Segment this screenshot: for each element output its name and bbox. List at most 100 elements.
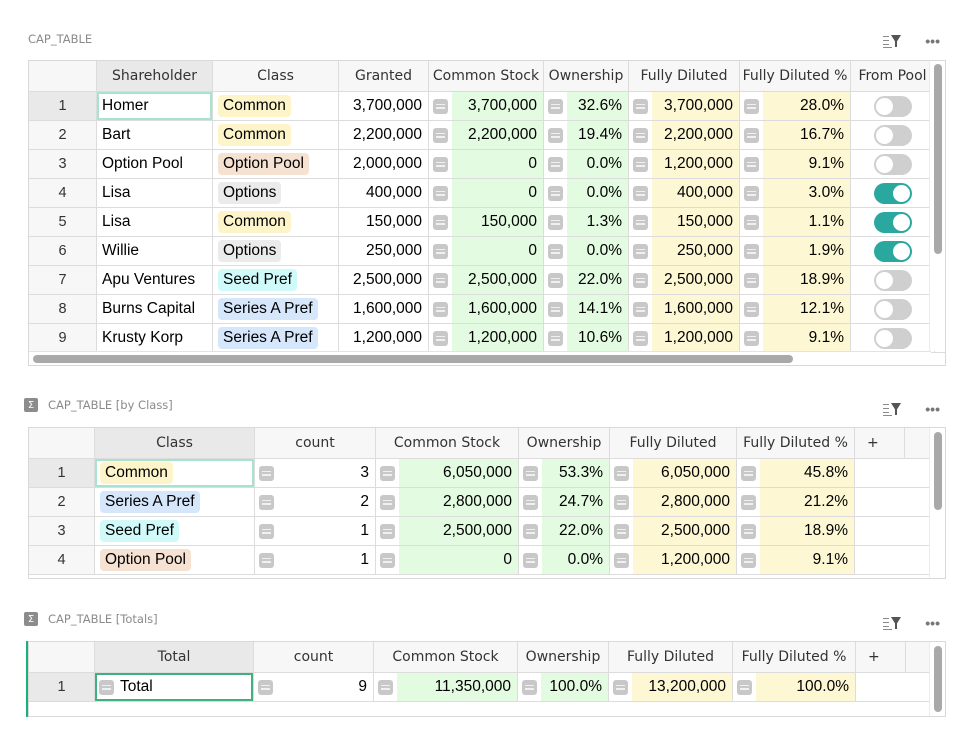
ownership-cell[interactable]: 22.0% — [519, 517, 610, 545]
common-stock-cell[interactable]: 0 — [376, 546, 519, 574]
common-stock-cell[interactable]: 0 — [429, 150, 544, 178]
shareholder-cell[interactable]: Bart — [97, 121, 213, 149]
fully-diluted-pct-cell[interactable]: 18.9% — [737, 517, 855, 545]
granted-cell[interactable]: 2,500,000 — [339, 266, 429, 294]
fully-diluted-pct-cell[interactable]: 3.0% — [740, 179, 851, 207]
shareholder-cell[interactable]: Lisa — [97, 208, 213, 236]
shareholder-cell[interactable]: Krusty Korp — [97, 324, 213, 352]
from-pool-toggle[interactable] — [874, 183, 912, 204]
fully-diluted-cell[interactable]: 13,200,000 — [609, 673, 733, 701]
fully-diluted-pct-cell[interactable]: 21.2% — [737, 488, 855, 516]
common-stock-cell[interactable]: 11,350,000 — [374, 673, 518, 701]
row-number[interactable]: 7 — [29, 266, 97, 294]
common-stock-cell[interactable]: 2,500,000 — [429, 266, 544, 294]
column-header[interactable]: count — [255, 428, 376, 458]
class-cell[interactable]: Options — [213, 237, 339, 265]
granted-cell[interactable]: 1,200,000 — [339, 324, 429, 352]
count-cell[interactable]: 1 — [255, 546, 376, 574]
ownership-cell[interactable]: 0.0% — [544, 150, 629, 178]
common-stock-cell[interactable]: 2,200,000 — [429, 121, 544, 149]
column-header[interactable]: Shareholder — [97, 61, 213, 91]
from-pool-toggle[interactable] — [874, 328, 912, 349]
row-number[interactable]: 2 — [29, 488, 95, 516]
ownership-cell[interactable]: 19.4% — [544, 121, 629, 149]
column-header[interactable]: Ownership — [518, 642, 609, 672]
from-pool-toggle[interactable] — [874, 299, 912, 320]
column-header[interactable]: Fully Diluted — [629, 61, 740, 91]
ownership-cell[interactable]: 0.0% — [544, 237, 629, 265]
row-number[interactable]: 1 — [29, 459, 95, 487]
shareholder-cell[interactable]: Lisa — [97, 179, 213, 207]
common-stock-cell[interactable]: 150,000 — [429, 208, 544, 236]
fully-diluted-pct-cell[interactable]: 100.0% — [733, 673, 856, 701]
fully-diluted-cell[interactable]: 1,600,000 — [629, 295, 740, 323]
more-options-icon[interactable]: ••• — [925, 618, 940, 628]
class-cell[interactable]: Common — [95, 459, 255, 487]
fully-diluted-cell[interactable]: 150,000 — [629, 208, 740, 236]
row-number[interactable]: 4 — [29, 546, 95, 574]
row-number[interactable]: 8 — [29, 295, 97, 323]
vertical-scrollbar[interactable] — [929, 61, 945, 351]
scroll-thumb[interactable] — [934, 64, 942, 254]
column-header[interactable]: Fully Diluted — [610, 428, 737, 458]
from-pool-toggle[interactable] — [874, 212, 912, 233]
fully-diluted-cell[interactable]: 1,200,000 — [629, 324, 740, 352]
fully-diluted-cell[interactable]: 1,200,000 — [629, 150, 740, 178]
count-cell[interactable]: 2 — [255, 488, 376, 516]
sort-filter-icon[interactable] — [883, 402, 901, 416]
sort-filter-icon[interactable] — [883, 34, 901, 48]
fully-diluted-pct-cell[interactable]: 12.1% — [740, 295, 851, 323]
column-header[interactable]: Common Stock — [374, 642, 518, 672]
fully-diluted-cell[interactable]: 6,050,000 — [610, 459, 737, 487]
from-pool-toggle[interactable] — [874, 241, 912, 262]
column-header[interactable]: Ownership — [519, 428, 610, 458]
row-number[interactable]: 9 — [29, 324, 97, 352]
ownership-cell[interactable]: 1.3% — [544, 208, 629, 236]
row-number[interactable]: 3 — [29, 150, 97, 178]
class-cell[interactable]: Common — [213, 92, 339, 120]
common-stock-cell[interactable]: 0 — [429, 237, 544, 265]
column-header[interactable]: Ownership — [544, 61, 629, 91]
class-cell[interactable]: Option Pool — [213, 150, 339, 178]
fully-diluted-pct-cell[interactable]: 9.1% — [740, 150, 851, 178]
fully-diluted-cell[interactable]: 2,800,000 — [610, 488, 737, 516]
column-header[interactable]: Granted — [339, 61, 429, 91]
common-stock-cell[interactable]: 0 — [429, 179, 544, 207]
from-pool-toggle[interactable] — [874, 125, 912, 146]
granted-cell[interactable]: 400,000 — [339, 179, 429, 207]
class-cell[interactable]: Series A Pref — [95, 488, 255, 516]
common-stock-cell[interactable]: 2,500,000 — [376, 517, 519, 545]
fully-diluted-cell[interactable]: 2,500,000 — [610, 517, 737, 545]
column-header[interactable]: Fully Diluted % — [737, 428, 855, 458]
column-header[interactable]: count — [254, 642, 374, 672]
ownership-cell[interactable]: 24.7% — [519, 488, 610, 516]
fully-diluted-cell[interactable]: 400,000 — [629, 179, 740, 207]
fully-diluted-cell[interactable]: 3,700,000 — [629, 92, 740, 120]
horizontal-scrollbar[interactable] — [29, 351, 931, 365]
ownership-cell[interactable]: 53.3% — [519, 459, 610, 487]
ownership-cell[interactable]: 0.0% — [519, 546, 610, 574]
column-header[interactable]: Class — [95, 428, 255, 458]
fully-diluted-cell[interactable]: 2,500,000 — [629, 266, 740, 294]
class-cell[interactable]: Common — [213, 121, 339, 149]
ownership-cell[interactable]: 14.1% — [544, 295, 629, 323]
row-number[interactable]: 3 — [29, 517, 95, 545]
class-cell[interactable]: Common — [213, 208, 339, 236]
column-header[interactable]: Common Stock — [429, 61, 544, 91]
fully-diluted-pct-cell[interactable]: 45.8% — [737, 459, 855, 487]
fully-diluted-pct-cell[interactable]: 28.0% — [740, 92, 851, 120]
fully-diluted-cell[interactable]: 250,000 — [629, 237, 740, 265]
ownership-cell[interactable]: 0.0% — [544, 179, 629, 207]
class-cell[interactable]: Series A Pref — [213, 295, 339, 323]
more-options-icon[interactable]: ••• — [925, 404, 940, 414]
granted-cell[interactable]: 1,600,000 — [339, 295, 429, 323]
common-stock-cell[interactable]: 1,200,000 — [429, 324, 544, 352]
shareholder-cell[interactable]: Willie — [97, 237, 213, 265]
column-header[interactable]: Common Stock — [376, 428, 519, 458]
granted-cell[interactable]: 2,000,000 — [339, 150, 429, 178]
from-pool-toggle[interactable] — [874, 96, 912, 117]
shareholder-cell[interactable]: Homer — [97, 92, 213, 120]
class-cell[interactable]: Seed Pref — [213, 266, 339, 294]
scroll-thumb[interactable] — [934, 432, 942, 510]
column-header[interactable]: Class — [213, 61, 339, 91]
